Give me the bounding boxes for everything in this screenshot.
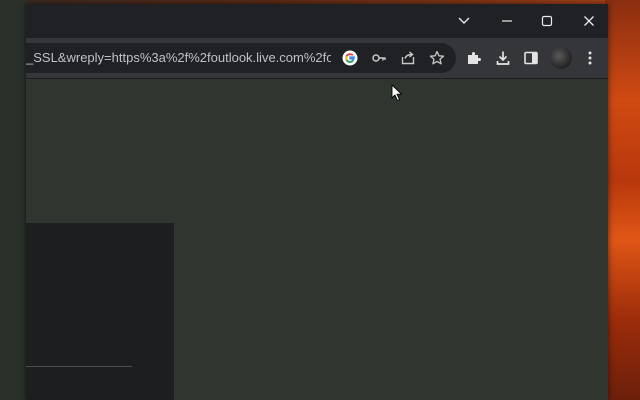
address-bar[interactable]: _SSL&wreply=https%3a%2f%2foutlook.live.c… <box>26 43 456 73</box>
desktop-wallpaper <box>605 0 640 400</box>
url-text[interactable]: _SSL&wreply=https%3a%2f%2foutlook.live.c… <box>26 43 331 73</box>
dark-panel <box>26 223 174 400</box>
browser-window: _SSL&wreply=https%3a%2f%2foutlook.live.c… <box>26 4 608 400</box>
maximize-icon <box>541 15 553 27</box>
maximize-button[interactable] <box>529 8 565 34</box>
close-icon <box>584 16 594 26</box>
chevron-down-icon <box>458 17 470 24</box>
minimize-button[interactable] <box>489 8 525 34</box>
page-content <box>26 79 608 400</box>
tab-search-button[interactable] <box>446 8 482 34</box>
side-panel-icon[interactable] <box>520 47 542 69</box>
browser-toolbar: _SSL&wreply=https%3a%2f%2foutlook.live.c… <box>26 38 608 79</box>
extensions-icon[interactable] <box>463 47 485 69</box>
title-bar[interactable] <box>26 4 608 38</box>
key-icon[interactable] <box>368 47 390 69</box>
panel-divider <box>26 366 132 367</box>
minimize-icon <box>502 20 512 22</box>
star-icon[interactable] <box>426 47 448 69</box>
google-lens-icon[interactable] <box>339 47 361 69</box>
share-icon[interactable] <box>397 47 419 69</box>
mouse-cursor-icon <box>391 84 402 101</box>
desktop-background <box>0 0 26 400</box>
avatar[interactable] <box>550 47 572 69</box>
close-button[interactable] <box>571 8 607 34</box>
screen: _SSL&wreply=https%3a%2f%2foutlook.live.c… <box>0 0 640 400</box>
download-icon[interactable] <box>492 47 514 69</box>
menu-icon[interactable] <box>579 47 601 69</box>
